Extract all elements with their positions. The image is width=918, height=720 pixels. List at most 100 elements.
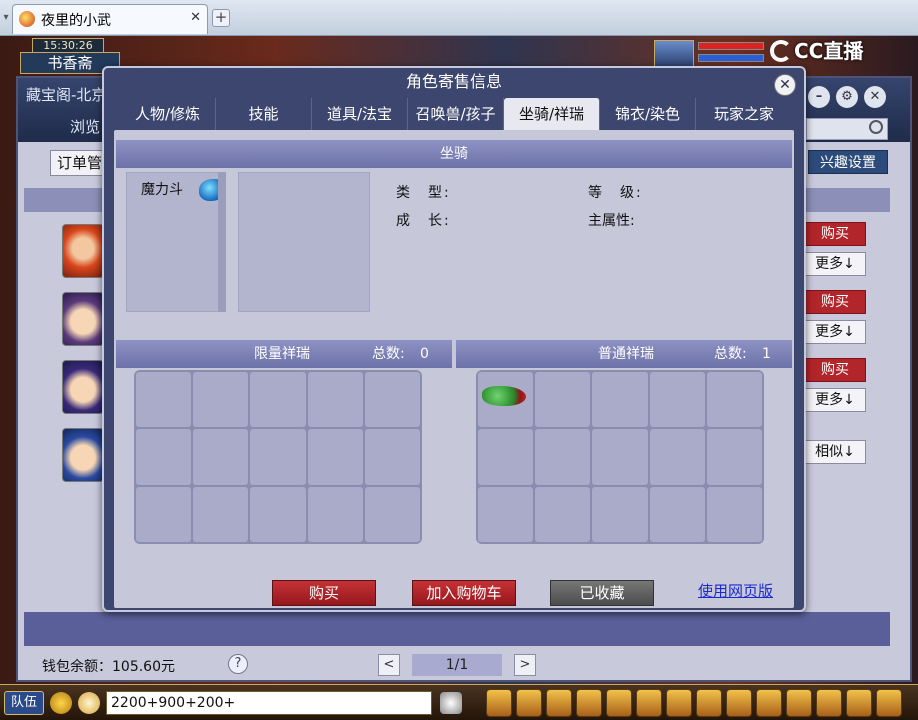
grid-slot[interactable] (706, 429, 762, 485)
grid-slot[interactable] (592, 429, 648, 485)
window-close-icon[interactable]: ✕ (864, 86, 886, 108)
similar-button[interactable]: 相似↓ (804, 440, 866, 464)
mount-section-header: 坐骑 (116, 140, 792, 168)
more-button[interactable]: 更多↓ (804, 320, 866, 344)
grid-slot[interactable] (193, 372, 249, 428)
team-button[interactable]: 队伍 (4, 691, 44, 715)
grid-slot[interactable] (592, 486, 648, 542)
buy-button[interactable]: 购买 (272, 580, 376, 606)
favorited-button[interactable]: 已收藏 (550, 580, 654, 606)
help-icon[interactable]: ? (228, 654, 248, 674)
grid-slot[interactable] (535, 429, 591, 485)
grid-slot[interactable] (649, 372, 705, 428)
grid-slot[interactable] (478, 429, 534, 485)
tab-skills[interactable]: 技能 (216, 98, 312, 130)
character-avatar[interactable] (62, 360, 104, 414)
buy-button[interactable]: 购买 (804, 290, 866, 314)
auspicious-beast-icon[interactable] (482, 386, 526, 406)
limited-auspicious-grid (134, 370, 422, 544)
skill-icon[interactable] (696, 689, 722, 717)
level-label: 等 级: (588, 185, 643, 201)
order-management-button[interactable]: 订单管 (50, 150, 108, 176)
microphone-icon[interactable] (50, 692, 72, 714)
skill-icon[interactable] (846, 689, 872, 717)
grid-slot[interactable] (592, 372, 648, 428)
grid-slot[interactable] (136, 486, 192, 542)
search-box[interactable] (806, 118, 888, 140)
skill-icon[interactable] (516, 689, 542, 717)
skill-icon[interactable] (606, 689, 632, 717)
mount-list-scrollbar[interactable] (218, 172, 226, 312)
prev-page-button[interactable]: < (378, 654, 400, 676)
grid-slot[interactable] (193, 429, 249, 485)
tab-title: 夜里的小武 (41, 13, 111, 29)
cc-live-logo: CC直播 (770, 36, 900, 66)
dialog-close-icon[interactable]: ✕ (774, 74, 796, 96)
new-tab-button[interactable]: + (212, 9, 230, 27)
skill-icon[interactable] (876, 689, 902, 717)
skill-icon[interactable] (726, 689, 752, 717)
grid-slot[interactable] (136, 429, 192, 485)
grid-slot[interactable] (307, 486, 363, 542)
grid-slot[interactable] (706, 372, 762, 428)
grid-slot[interactable] (535, 372, 591, 428)
tab-player-home[interactable]: 玩家之家 (696, 98, 792, 130)
grid-slot[interactable] (250, 372, 306, 428)
skill-icon[interactable] (756, 689, 782, 717)
tab-summons-children[interactable]: 召唤兽/孩子 (408, 98, 504, 130)
more-button[interactable]: 更多↓ (804, 388, 866, 412)
next-page-button[interactable]: > (514, 654, 536, 676)
buy-button[interactable]: 购买 (804, 358, 866, 382)
more-button[interactable]: 更多↓ (804, 252, 866, 276)
browser-tab[interactable]: 夜里的小武 ✕ (12, 4, 208, 34)
character-avatar[interactable] (62, 224, 104, 278)
skill-icon[interactable] (636, 689, 662, 717)
grid-slot[interactable] (535, 486, 591, 542)
grid-slot[interactable] (364, 486, 420, 542)
grid-slot[interactable] (307, 429, 363, 485)
grid-slot[interactable] (250, 486, 306, 542)
tab-character-training[interactable]: 人物/修炼 (120, 98, 216, 130)
game-favicon-icon (19, 11, 35, 27)
pet-icon[interactable] (440, 692, 462, 714)
character-avatar[interactable] (62, 428, 104, 482)
buy-button[interactable]: 购买 (804, 222, 866, 246)
grid-slot[interactable] (706, 486, 762, 542)
skill-icon[interactable] (576, 689, 602, 717)
character-avatar[interactable] (62, 292, 104, 346)
tab-items-treasures[interactable]: 道具/法宝 (312, 98, 408, 130)
chat-bubble-icon[interactable] (78, 692, 100, 714)
add-to-cart-button[interactable]: 加入购物车 (412, 580, 516, 606)
skill-icon[interactable] (666, 689, 692, 717)
browse-tab[interactable]: 浏览 (70, 116, 100, 137)
grid-slot[interactable] (364, 372, 420, 428)
tab-mounts-auspicious[interactable]: 坐骑/祥瑞 (504, 98, 600, 130)
grid-slot[interactable] (478, 372, 534, 428)
use-web-version-link[interactable]: 使用网页版 (698, 580, 773, 601)
mount-item-name[interactable]: 魔力斗 (141, 179, 183, 199)
skill-icon[interactable] (546, 689, 572, 717)
interest-settings-button[interactable]: 兴趣设置 (808, 150, 888, 174)
grid-slot[interactable] (136, 372, 192, 428)
skill-icon[interactable] (816, 689, 842, 717)
grid-slot[interactable] (478, 486, 534, 542)
tab-outfits-dye[interactable]: 锦衣/染色 (600, 98, 696, 130)
character-portrait[interactable] (654, 40, 694, 68)
search-icon[interactable] (869, 120, 883, 134)
grid-slot[interactable] (250, 429, 306, 485)
skill-icon[interactable] (486, 689, 512, 717)
grid-slot[interactable] (364, 429, 420, 485)
dialog-content: 坐骑 魔力斗 类 型: 成 长: 等 级: 主属性: 限量祥瑞 总数: 0 普通… (114, 130, 794, 608)
limited-auspicious-header: 限量祥瑞 总数: 0 (116, 340, 452, 368)
tab-list-arrow-icon[interactable]: ▾ (0, 8, 12, 28)
settings-gear-icon[interactable]: ⚙ (836, 86, 858, 108)
minimize-icon[interactable]: – (808, 86, 830, 108)
chat-input[interactable]: 2200+900+200+ (106, 691, 432, 715)
grid-slot[interactable] (649, 486, 705, 542)
tab-close-icon[interactable]: ✕ (190, 10, 201, 25)
skill-icon[interactable] (786, 689, 812, 717)
normal-auspicious-header: 普通祥瑞 总数: 1 (456, 340, 792, 368)
grid-slot[interactable] (649, 429, 705, 485)
grid-slot[interactable] (193, 486, 249, 542)
grid-slot[interactable] (307, 372, 363, 428)
